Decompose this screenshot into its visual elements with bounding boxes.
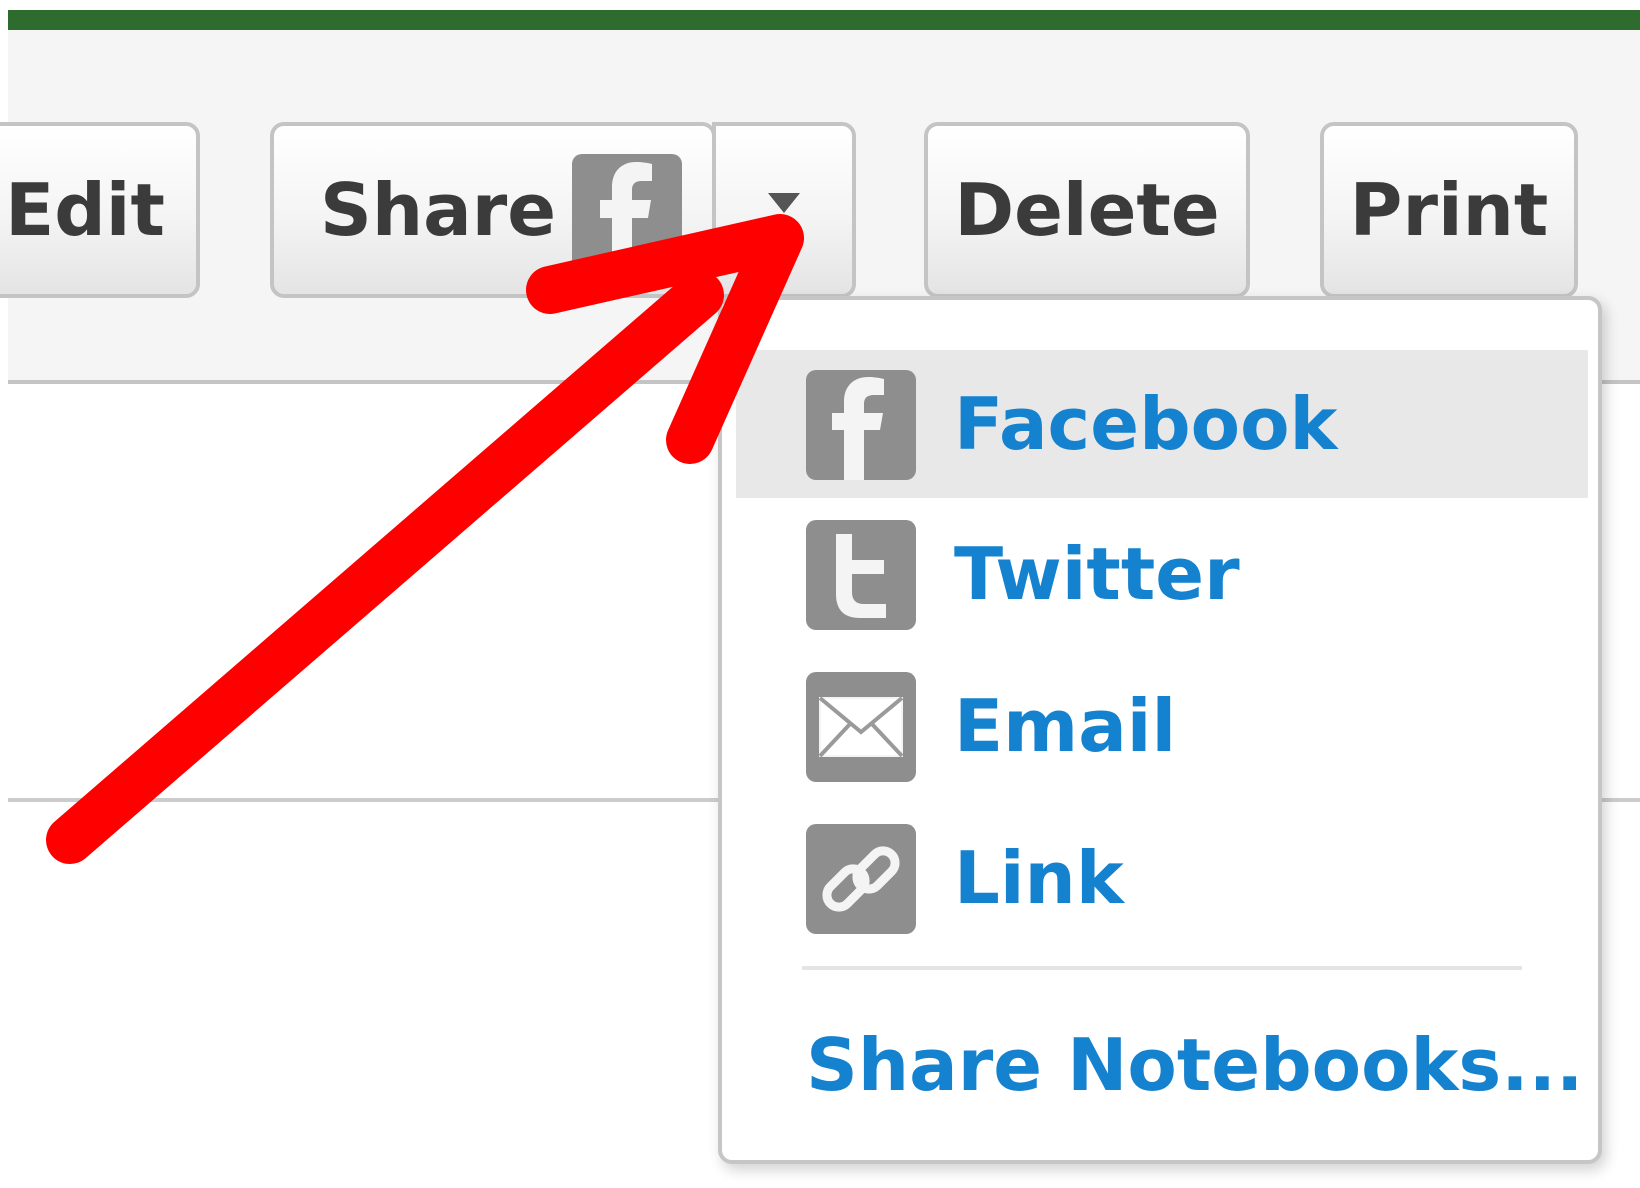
- print-button[interactable]: Print: [1320, 122, 1578, 298]
- menu-item-link-label: Link: [954, 836, 1124, 920]
- menu-item-link[interactable]: Link: [736, 804, 1588, 952]
- share-dropdown-button[interactable]: [712, 122, 856, 298]
- menu-item-email-label: Email: [954, 684, 1177, 768]
- facebook-icon: [572, 154, 682, 274]
- screenshot-stage: Edit Share Delete Print Facebook Twitter…: [0, 0, 1640, 1188]
- edit-button-label: Edit: [5, 168, 165, 252]
- menu-item-facebook-label: Facebook: [954, 382, 1338, 466]
- twitter-icon: [806, 520, 916, 630]
- facebook-icon: [806, 370, 916, 480]
- edit-button[interactable]: Edit: [0, 122, 200, 298]
- print-button-label: Print: [1349, 168, 1549, 252]
- delete-button[interactable]: Delete: [924, 122, 1250, 298]
- share-button[interactable]: Share: [270, 122, 716, 298]
- link-icon: [806, 824, 916, 934]
- menu-separator: [802, 966, 1522, 970]
- menu-item-twitter-label: Twitter: [954, 532, 1240, 616]
- app-top-bar: [8, 10, 1640, 30]
- delete-button-label: Delete: [954, 168, 1220, 252]
- share-button-label: Share: [320, 168, 557, 252]
- chevron-down-icon: [768, 193, 800, 213]
- menu-item-facebook[interactable]: Facebook: [736, 350, 1588, 498]
- menu-item-twitter[interactable]: Twitter: [736, 500, 1588, 648]
- menu-item-email[interactable]: Email: [736, 652, 1588, 800]
- share-menu: Facebook Twitter Email Link Share Notebo…: [718, 296, 1602, 1164]
- email-icon: [806, 672, 916, 782]
- share-notebooks-link[interactable]: Share Notebooks...: [806, 990, 1583, 1140]
